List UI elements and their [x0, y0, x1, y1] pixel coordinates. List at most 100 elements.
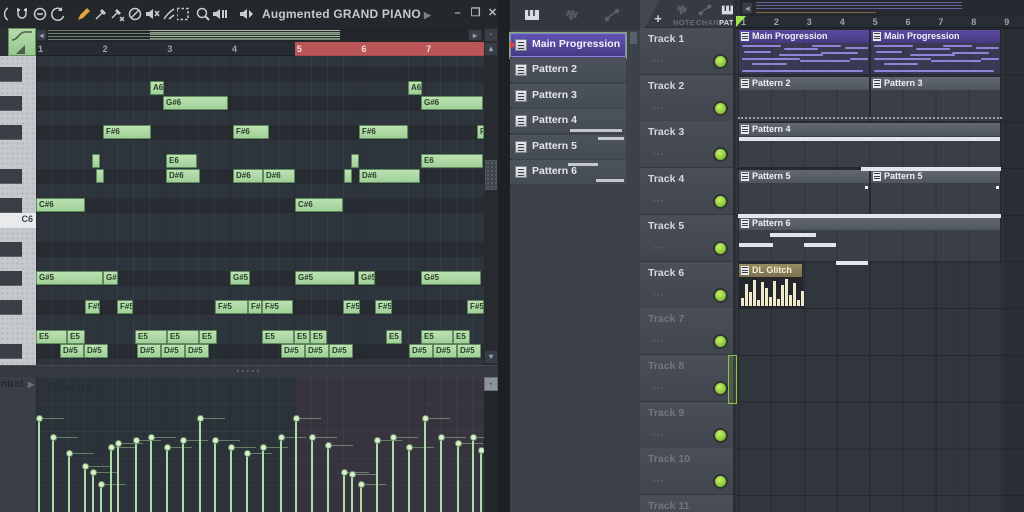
midi-note[interactable]: G#6	[421, 96, 483, 110]
black-key[interactable]	[0, 169, 22, 184]
delete-brush-icon[interactable]	[109, 5, 127, 23]
clip-header[interactable]: Main Progression	[739, 30, 869, 43]
track-tab-chan[interactable]: CHAN	[696, 18, 719, 27]
mute-tool-icon[interactable]	[126, 5, 144, 23]
track-row[interactable]: Track 2 ···	[640, 74, 733, 122]
picker-tab-audio-wave-icon[interactable]	[564, 7, 580, 23]
midi-note[interactable]: G#5	[36, 271, 103, 285]
velocity-stem-head[interactable]	[438, 434, 445, 441]
midi-note[interactable]	[96, 169, 104, 183]
midi-note[interactable]: D#5	[433, 344, 457, 358]
midi-note[interactable]	[92, 154, 100, 168]
velocity-stem[interactable]	[68, 453, 70, 512]
midi-note[interactable]: F#6	[233, 125, 269, 139]
velocity-stem[interactable]	[311, 437, 313, 512]
velocity-stem[interactable]	[246, 453, 248, 512]
playlist-clip[interactable]: DL Glitch	[738, 263, 804, 309]
velocity-stem[interactable]	[182, 440, 184, 512]
velocity-stem-head[interactable]	[390, 434, 397, 441]
piano-roll-grid[interactable]: A6A6G#6G#6F#6F#6F#6F#6E6E6D#6D#6D#6D#6C#…	[36, 56, 484, 365]
velocity-stem-head[interactable]	[36, 415, 43, 422]
midi-note[interactable]: G#5	[230, 271, 250, 285]
track-tab-audio-wave-icon[interactable]	[675, 3, 689, 17]
black-key[interactable]	[0, 242, 22, 257]
timebar-number[interactable]: 6	[361, 44, 366, 54]
stamp-icon[interactable]	[31, 5, 49, 23]
velocity-stem[interactable]	[117, 443, 119, 512]
midi-note[interactable]: C#6	[36, 198, 85, 212]
piano-keyboard[interactable]: C6	[0, 56, 36, 365]
title-menu-arrow-icon[interactable]: ▶	[424, 10, 431, 21]
track-enable-led[interactable]	[713, 100, 728, 116]
track-options-dots[interactable]: ···	[653, 383, 665, 393]
clip-header[interactable]: Pattern 5	[871, 170, 1000, 183]
clip-header[interactable]: DL Glitch	[739, 264, 802, 277]
track-enable-led[interactable]	[713, 474, 728, 490]
velocity-stem-head[interactable]	[260, 444, 267, 451]
track-row[interactable]: Track 1 ···	[640, 28, 733, 75]
midi-note[interactable]: F#5	[375, 300, 392, 314]
velocity-stem-head[interactable]	[50, 434, 57, 441]
scroll-up-button[interactable]: ▴	[484, 42, 498, 56]
velocity-stem[interactable]	[110, 447, 112, 512]
velocity-stem[interactable]	[135, 440, 137, 512]
velocity-stem[interactable]	[280, 437, 282, 512]
midi-note[interactable]: G#5	[358, 271, 375, 285]
midi-note[interactable]: F#5	[248, 300, 262, 314]
timebar-number[interactable]: 4	[232, 44, 237, 54]
options-partial-icon[interactable]	[0, 5, 12, 23]
clip-header[interactable]: Pattern 4	[739, 123, 1000, 136]
playhead-marker[interactable]	[736, 16, 746, 27]
midi-note[interactable]	[344, 169, 352, 183]
track-row[interactable]: Track 3 ···	[640, 121, 733, 169]
track-row[interactable]: Track 8 ···	[640, 354, 733, 402]
playlist-timebar-number[interactable]: 8	[971, 17, 976, 27]
picker-tab-automation-icon[interactable]	[604, 7, 620, 23]
minimize-button[interactable]: –	[450, 6, 465, 21]
velocity-stem-head[interactable]	[478, 447, 484, 454]
track-options-dots[interactable]: ···	[653, 149, 665, 159]
track-row[interactable]: Track 10 ···	[640, 448, 733, 496]
track-options-dots[interactable]: ···	[653, 196, 665, 206]
playlist-clip[interactable]: Main Progression	[870, 29, 1001, 75]
midi-note[interactable]: D#5	[161, 344, 185, 358]
midi-note[interactable]: G#5	[103, 271, 118, 285]
playlist-clip[interactable]: Pattern 3	[870, 76, 1001, 122]
black-key[interactable]	[0, 300, 22, 315]
playback-speaker-icon[interactable]	[211, 5, 229, 23]
midi-note[interactable]: A6	[408, 81, 422, 95]
midi-note[interactable]: D#5	[457, 344, 481, 358]
track-row[interactable]: Track 9 ···	[640, 401, 733, 449]
track-options-dots[interactable]: ···	[653, 290, 665, 300]
playlist-timebar-number[interactable]: 7	[938, 17, 943, 27]
midi-note[interactable]: G#5	[421, 271, 481, 285]
midi-note[interactable]: D#5	[305, 344, 329, 358]
velocity-stem-head[interactable]	[278, 434, 285, 441]
midi-note[interactable]: F#5	[85, 300, 100, 314]
pattern-item[interactable]: Pattern 6	[510, 160, 626, 185]
track-options-dots[interactable]: ···	[653, 56, 665, 66]
velocity-stem-head[interactable]	[197, 415, 204, 422]
timebar-number[interactable]: 7	[426, 44, 431, 54]
track-enable-led[interactable]	[713, 194, 728, 210]
track-options-dots[interactable]: ···	[653, 430, 665, 440]
velocity-stem-head[interactable]	[325, 442, 332, 449]
playlist-clip[interactable]: Main Progression	[738, 29, 870, 75]
track-tab-pat[interactable]: PAT	[719, 18, 734, 27]
midi-note[interactable]: D#6	[359, 169, 420, 183]
add-track-button[interactable]: +	[650, 11, 666, 26]
black-key[interactable]	[0, 344, 22, 359]
playlist-clip[interactable]: Pattern 5	[738, 169, 870, 215]
timebar-number[interactable]: 5	[297, 44, 302, 54]
midi-note[interactable]: D#5	[409, 344, 433, 358]
track-enable-led[interactable]	[713, 54, 728, 69]
scroll-left-button[interactable]: ◂	[36, 29, 47, 41]
event-lane-resize-handle[interactable]: ·····	[0, 365, 498, 377]
track-enable-led[interactable]	[713, 240, 728, 256]
track-enable-led[interactable]	[713, 334, 728, 350]
velocity-stem-head[interactable]	[244, 450, 251, 457]
midi-note[interactable]: D#5	[185, 344, 209, 358]
midi-note[interactable]: E5	[453, 330, 470, 344]
playlist-timebar-number[interactable]: 6	[906, 17, 911, 27]
scroll-down-button[interactable]: ▾	[484, 350, 498, 364]
